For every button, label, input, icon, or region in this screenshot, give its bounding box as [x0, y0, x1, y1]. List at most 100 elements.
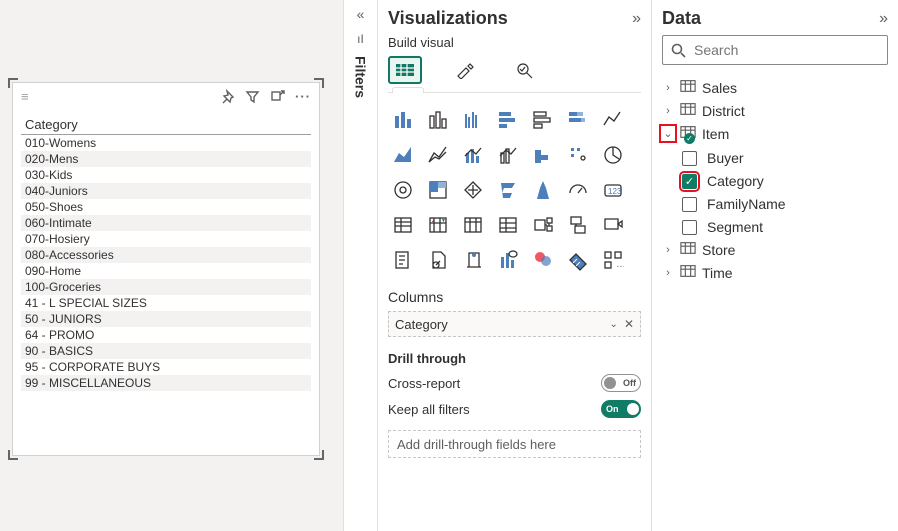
viz-type-27[interactable]	[598, 210, 628, 240]
viz-type-20[interactable]: 123	[598, 175, 628, 205]
table-row[interactable]: 100-Groceries	[21, 279, 311, 295]
pin-icon[interactable]	[220, 89, 235, 104]
viz-type-0[interactable]	[388, 105, 418, 135]
viz-type-25[interactable]	[528, 210, 558, 240]
viz-type-12[interactable]	[563, 140, 593, 170]
filter-icon[interactable]	[245, 89, 260, 104]
viz-type-13[interactable]	[598, 140, 628, 170]
build-visual-tab[interactable]	[388, 56, 422, 84]
more-options-icon[interactable]: ···	[295, 89, 311, 104]
search-input[interactable]	[692, 41, 879, 59]
viz-type-6[interactable]	[598, 105, 628, 135]
field-segment[interactable]: Segment	[682, 219, 888, 235]
viz-type-26[interactable]	[563, 210, 593, 240]
table-node-item[interactable]: ⌄Item✓	[662, 125, 888, 142]
viz-type-2[interactable]	[458, 105, 488, 135]
viz-type-24[interactable]	[493, 210, 523, 240]
viz-type-10[interactable]	[493, 140, 523, 170]
keep-filters-toggle[interactable]: On	[601, 400, 641, 418]
field-checkbox[interactable]	[682, 151, 697, 166]
table-row[interactable]: 50 - JUNIORS	[21, 311, 311, 327]
viz-type-30[interactable]	[458, 245, 488, 275]
collapse-data-icon[interactable]: »	[879, 10, 888, 28]
table-visual[interactable]: ≡ ··· Category 010-Womens020-Mens030-Kid…	[12, 82, 320, 456]
viz-type-28[interactable]	[388, 245, 418, 275]
table-node-store[interactable]: › Store	[662, 241, 888, 258]
table-row[interactable]: 64 - PROMO	[21, 327, 311, 343]
filters-icon[interactable]: ıI	[357, 32, 364, 46]
viz-type-1[interactable]	[423, 105, 453, 135]
expand-icon[interactable]: ⌄	[662, 127, 674, 140]
collapse-visualizations-icon[interactable]: »	[632, 10, 641, 28]
expand-icon[interactable]: ›	[662, 105, 674, 117]
table-node-time[interactable]: ›Time	[662, 264, 888, 281]
viz-type-8[interactable]	[423, 140, 453, 170]
viz-type-11[interactable]	[528, 140, 558, 170]
table-row[interactable]: 030-Kids	[21, 167, 311, 183]
field-checkbox[interactable]	[682, 197, 697, 212]
viz-type-22[interactable]: ▲▼	[423, 210, 453, 240]
viz-type-34[interactable]: …	[598, 245, 628, 275]
viz-type-29[interactable]	[423, 245, 453, 275]
viz-type-33[interactable]	[563, 245, 593, 275]
viz-type-17[interactable]	[493, 175, 523, 205]
viz-type-31[interactable]	[493, 245, 523, 275]
table-row[interactable]: 050-Shoes	[21, 199, 311, 215]
viz-type-15[interactable]	[423, 175, 453, 205]
table-label: Store	[702, 242, 735, 258]
expand-icon[interactable]: ›	[662, 82, 674, 94]
viz-type-16[interactable]	[458, 175, 488, 205]
search-box[interactable]	[662, 35, 888, 65]
viz-type-14[interactable]	[388, 175, 418, 205]
filters-label[interactable]: Filters	[353, 56, 369, 98]
viz-type-21[interactable]	[388, 210, 418, 240]
format-visual-tab[interactable]	[448, 56, 482, 84]
table-row[interactable]: 040-Juniors	[21, 183, 311, 199]
viz-type-9[interactable]	[458, 140, 488, 170]
viz-type-18[interactable]	[528, 175, 558, 205]
viz-type-3[interactable]	[493, 105, 523, 135]
analytics-tab[interactable]	[508, 56, 542, 84]
field-familyname[interactable]: FamilyName	[682, 196, 888, 212]
table-icon	[680, 264, 696, 281]
table-row[interactable]: 90 - BASICS	[21, 343, 311, 359]
field-checkbox[interactable]	[682, 220, 697, 235]
report-canvas[interactable]: ≡ ··· Category 010-Womens020-Mens030-Kid…	[0, 0, 344, 531]
table-row[interactable]: 020-Mens	[21, 151, 311, 167]
table-row[interactable]: 080-Accessories	[21, 247, 311, 263]
table-label: Sales	[702, 80, 737, 96]
table-row[interactable]: 090-Home	[21, 263, 311, 279]
table-row[interactable]: 99 - MISCELLANEOUS	[21, 375, 311, 391]
viz-type-19[interactable]	[563, 175, 593, 205]
expand-filters-icon[interactable]: «	[357, 6, 365, 22]
viz-type-23[interactable]	[458, 210, 488, 240]
field-menu-icon[interactable]: ⌄	[610, 319, 618, 330]
viz-type-4[interactable]	[528, 105, 558, 135]
table-row[interactable]: 070-Hosiery	[21, 231, 311, 247]
viz-type-32[interactable]	[528, 245, 558, 275]
field-checkbox[interactable]: ✓	[682, 174, 697, 189]
columns-field-well[interactable]: Category ⌄ ✕	[388, 311, 641, 337]
table-row[interactable]: 010-Womens	[21, 135, 311, 151]
expand-icon[interactable]: ›	[662, 267, 674, 279]
table-node-sales[interactable]: › Sales	[662, 79, 888, 96]
table-column-header[interactable]: Category	[21, 115, 311, 135]
visual-header: ≡ ···	[13, 83, 319, 109]
filters-pane-collapsed: « ıI Filters	[344, 0, 378, 531]
remove-field-icon[interactable]: ✕	[624, 317, 634, 331]
viz-type-5[interactable]	[563, 105, 593, 135]
drag-grip-icon[interactable]: ≡	[21, 89, 30, 104]
field-label: Category	[707, 173, 764, 189]
drill-through-drop-well[interactable]: Add drill-through fields here	[388, 430, 641, 458]
field-category[interactable]: ✓ Category	[682, 173, 888, 189]
table-row[interactable]: 41 - L SPECIAL SIZES	[21, 295, 311, 311]
table-node-district[interactable]: ›District	[662, 102, 888, 119]
table-row[interactable]: 95 - CORPORATE BUYS	[21, 359, 311, 375]
table-row[interactable]: 060-Intimate	[21, 215, 311, 231]
viz-type-7[interactable]	[388, 140, 418, 170]
field-buyer[interactable]: Buyer	[682, 150, 888, 166]
cross-report-toggle[interactable]: Off	[601, 374, 641, 392]
focus-mode-icon[interactable]	[270, 89, 285, 104]
svg-text:▲: ▲	[431, 218, 436, 224]
expand-icon[interactable]: ›	[662, 244, 674, 256]
